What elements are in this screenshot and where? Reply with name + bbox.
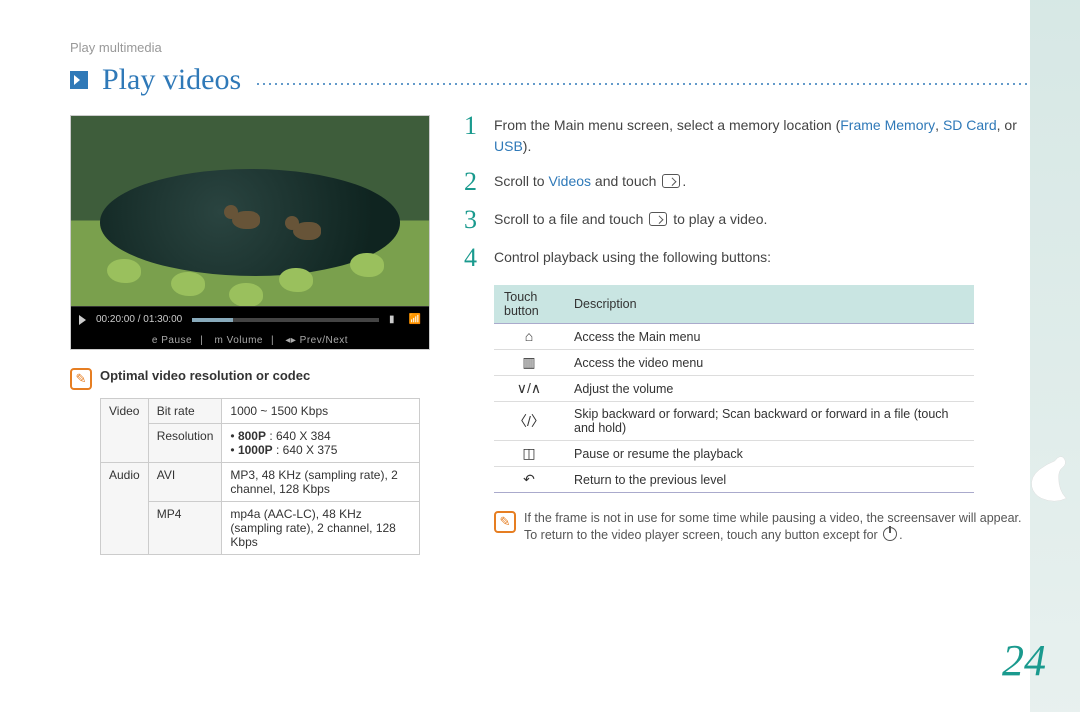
enter-icon [649,212,667,226]
desc-skip: Skip backward or forward; Scan backward … [564,402,974,441]
codec-table: Video Bit rate 1000 ~ 1500 Kbps Resoluti… [100,398,420,555]
step-num-1: 1 [464,113,482,139]
step-4: 4 Control playback using the following b… [464,247,1030,271]
home-icon: ⌂ [525,329,533,343]
step-1: 1 From the Main menu screen, select a me… [464,115,1030,157]
player-progress [192,318,379,322]
back-icon: ↶ [523,472,535,486]
prevnext-icon: 〈/〉 [513,414,545,428]
codec-cat-video: Video [101,399,149,463]
desc-back: Return to the previous level [564,467,974,493]
hint-prevnext: ◂▸ Prev/Next [285,335,348,346]
kw-frame-memory: Frame Memory [840,117,935,133]
touch-button-table: Touch button Description ⌂ Access the Mai… [494,285,974,493]
kw-videos: Videos [548,173,591,189]
step-num-2: 2 [464,169,482,195]
desc-home: Access the Main menu [564,324,974,350]
codec-sub-avi: AVI [148,463,222,502]
codec-sub-bitrate: Bit rate [148,399,222,424]
btns-th-button: Touch button [494,285,564,324]
video-player-mock: 00:20:00 / 01:30:00 ▮ 📶 e Pause| m Volum… [70,115,430,350]
codec-sub-mp4: MP4 [148,502,222,555]
video-frame [71,116,429,306]
desc-volume: Adjust the volume [564,376,974,402]
codec-sub-res: Resolution [148,424,222,463]
step-num-4: 4 [464,245,482,271]
kw-usb: USB [494,138,523,154]
codec-val-mp4: mp4a (AAC-LC), 48 KHz (sampling rate), 2… [222,502,420,555]
hint-volume: m Volume [215,335,263,346]
goose-illustration [1026,452,1074,512]
kw-sd-card: SD Card [943,117,997,133]
step-body-4: Control playback using the following but… [494,247,1030,268]
screensaver-note: If the frame is not in use for some time… [524,511,1030,542]
table-row: ⌂ Access the Main menu [494,324,974,350]
note-icon: ✎ [70,368,92,390]
table-row: ◫ Pause or resume the playback [494,441,974,467]
table-row: ∨/∧ Adjust the volume [494,376,974,402]
table-row: 〈/〉 Skip backward or forward; Scan backwa… [494,402,974,441]
play-section-icon [70,71,88,89]
step-body-3: Scroll to a file and touch to play a vid… [494,209,1030,230]
codec-note-title: Optimal video resolution or codec [100,368,310,383]
player-controls: 00:20:00 / 01:30:00 ▮ 📶 [71,306,429,332]
desc-menu: Access the video menu [564,350,974,376]
btns-th-desc: Description [564,285,974,324]
step-body-1: From the Main menu screen, select a memo… [494,115,1030,157]
title-dots [255,71,1030,89]
desc-pause: Pause or resume the playback [564,441,974,467]
page-title: Play videos [102,63,241,97]
updown-icon: ∨/∧ [517,381,541,395]
enter-icon [662,174,680,188]
hint-pause: e Pause [152,335,192,346]
step-body-2: Scroll to Videos and touch . [494,171,1030,192]
battery-icon: ▮ [389,314,395,325]
codec-val-res: • 800P : 640 X 384• 1000P : 640 X 375 [222,424,420,463]
note-icon: ✎ [494,511,516,533]
menu-icon: ▥ [522,355,535,369]
player-time: 00:20:00 / 01:30:00 [96,314,182,325]
step-3: 3 Scroll to a file and touch to play a v… [464,209,1030,233]
table-row: ▥ Access the video menu [494,350,974,376]
player-hints: e Pause| m Volume| ◂▸ Prev/Next [71,332,429,349]
table-row: ↶ Return to the previous level [494,467,974,493]
play-icon [79,315,86,325]
step-num-3: 3 [464,207,482,233]
page-number: 24 [1002,635,1046,686]
title-row: Play videos [70,63,1030,97]
codec-val-avi: MP3, 48 KHz (sampling rate), 2 channel, … [222,463,420,502]
playpause-icon: ◫ [522,446,535,460]
breadcrumb: Play multimedia [70,40,1030,55]
codec-cat-audio: Audio [101,463,149,555]
sidebar-art [1030,0,1080,712]
step-2: 2 Scroll to Videos and touch . [464,171,1030,195]
power-icon [883,527,897,541]
signal-icon: 📶 [409,314,421,325]
codec-val-bitrate: 1000 ~ 1500 Kbps [222,399,420,424]
